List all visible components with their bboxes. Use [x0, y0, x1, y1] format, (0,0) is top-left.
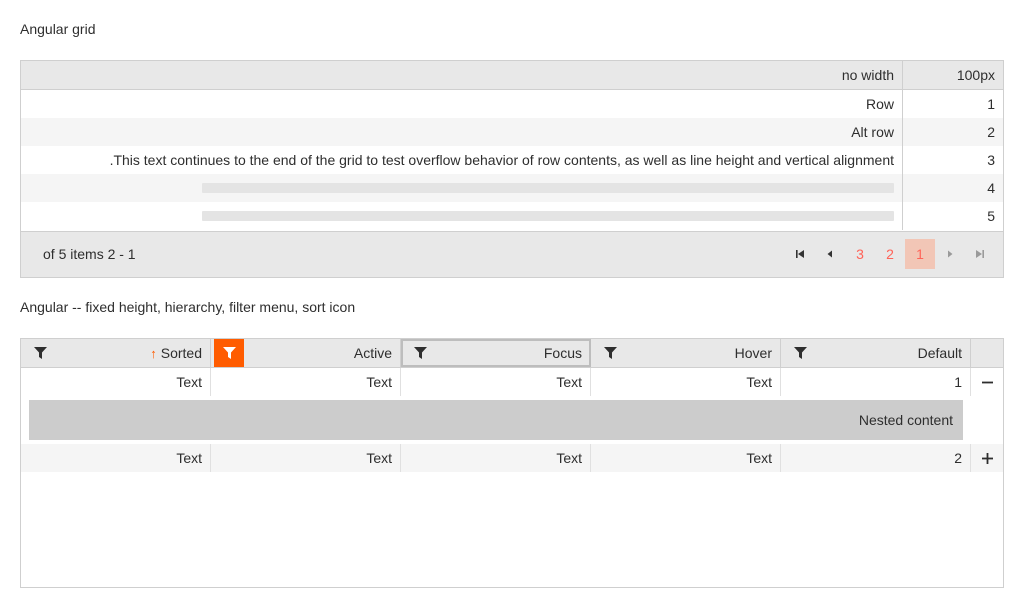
- filter-menu-button[interactable]: [597, 339, 623, 367]
- cell: Text: [591, 444, 781, 472]
- prev-page-button[interactable]: [815, 239, 845, 269]
- filter-icon: [793, 347, 807, 359]
- angular-grid: no width 100px Row 1 Alt row 2 .This tex…: [20, 60, 1004, 278]
- filter-icon: [222, 347, 236, 359]
- pager-nav: 3 2 1: [785, 239, 995, 269]
- grid-header: no width 100px: [21, 61, 1003, 90]
- filter-icon: [603, 347, 617, 359]
- filter-menu-button[interactable]: [787, 339, 813, 367]
- detail-row: Nested content: [21, 396, 1003, 444]
- expand-row-button[interactable]: [971, 444, 1003, 472]
- column-header-no-width[interactable]: no width: [21, 61, 903, 89]
- angular-hierarchy-grid: ↑ Sorted Active Focus Hover Default Text…: [20, 338, 1004, 588]
- filter-menu-button[interactable]: [407, 339, 433, 367]
- table-row[interactable]: .This text continues to the end of the g…: [21, 146, 1003, 174]
- skeleton-bar: [202, 183, 894, 193]
- cell: Text: [591, 368, 781, 396]
- first-page-icon: [796, 250, 804, 258]
- cell: 1: [781, 368, 971, 396]
- row-text-cell: Row: [21, 90, 903, 118]
- collapse-icon: [981, 381, 993, 383]
- column-title: Sorted: [160, 345, 202, 361]
- filter-icon: [33, 347, 47, 359]
- page-link-3[interactable]: 3: [845, 239, 875, 269]
- row-text-cell: .This text continues to the end of the g…: [21, 146, 903, 174]
- column-header-hover[interactable]: Hover: [591, 339, 781, 367]
- row-text-cell: Alt row: [21, 118, 903, 146]
- grid-body: Row 1 Alt row 2 .This text continues to …: [21, 90, 1003, 231]
- skeleton-bar: [202, 211, 894, 221]
- table-row[interactable]: 4: [21, 174, 1003, 202]
- cell: Text: [401, 444, 591, 472]
- next-page-button[interactable]: [935, 239, 965, 269]
- pager-info: of 5 items 2 - 1: [43, 246, 136, 262]
- column-header-focus[interactable]: Focus: [401, 339, 591, 367]
- column-header-default[interactable]: Default: [781, 339, 971, 367]
- column-header-100px[interactable]: 100px: [903, 61, 1003, 89]
- cell: Text: [21, 368, 211, 396]
- column-title: Hover: [734, 345, 772, 361]
- table-row[interactable]: Text Text Text Text 1: [21, 368, 1003, 396]
- row-number-cell: 5: [987, 208, 995, 224]
- column-header-active[interactable]: Active: [211, 339, 401, 367]
- cell: 2: [781, 444, 971, 472]
- last-page-icon: [976, 250, 984, 258]
- pager: of 5 items 2 - 1 3 2 1: [21, 231, 1003, 277]
- caption-angular-grid: Angular grid: [20, 21, 96, 37]
- column-header-sorted[interactable]: ↑ Sorted: [21, 339, 211, 367]
- caption-angular-fixed-height: Angular -- fixed height, hierarchy, filt…: [20, 299, 356, 315]
- cell: Text: [401, 368, 591, 396]
- expand-icon: [981, 452, 993, 464]
- table-row[interactable]: 5: [21, 202, 1003, 230]
- table-row[interactable]: Alt row 2: [21, 118, 1003, 146]
- row-number-cell: 3: [987, 152, 995, 168]
- filter-menu-button[interactable]: [27, 339, 53, 367]
- column-title: Focus: [543, 345, 582, 361]
- prev-page-icon: [827, 250, 832, 258]
- nested-content: Nested content: [29, 400, 963, 440]
- page-link-1-selected[interactable]: 1: [905, 239, 935, 269]
- grid-header: ↑ Sorted Active Focus Hover Default: [21, 339, 1003, 368]
- filter-menu-button-active[interactable]: [214, 339, 244, 367]
- row-number-cell: 2: [987, 124, 995, 140]
- row-number-cell: 1: [987, 96, 995, 112]
- row-number-cell: 4: [987, 180, 995, 196]
- next-page-icon: [948, 250, 953, 258]
- row-placeholder-cell: [21, 202, 903, 230]
- last-page-button[interactable]: [965, 239, 995, 269]
- sort-asc-icon: ↑: [150, 346, 157, 361]
- row-placeholder-cell: [21, 174, 903, 202]
- table-row[interactable]: Row 1: [21, 90, 1003, 118]
- cell: Text: [211, 368, 401, 396]
- hierarchy-column-header: [971, 339, 1003, 367]
- column-title: Active: [353, 345, 392, 361]
- cell: Text: [21, 444, 211, 472]
- column-title: Default: [917, 345, 962, 361]
- filter-icon: [413, 347, 427, 359]
- page-link-2[interactable]: 2: [875, 239, 905, 269]
- cell: Text: [211, 444, 401, 472]
- collapse-row-button[interactable]: [971, 368, 1003, 396]
- table-row[interactable]: Text Text Text Text 2: [21, 444, 1003, 472]
- first-page-button[interactable]: [785, 239, 815, 269]
